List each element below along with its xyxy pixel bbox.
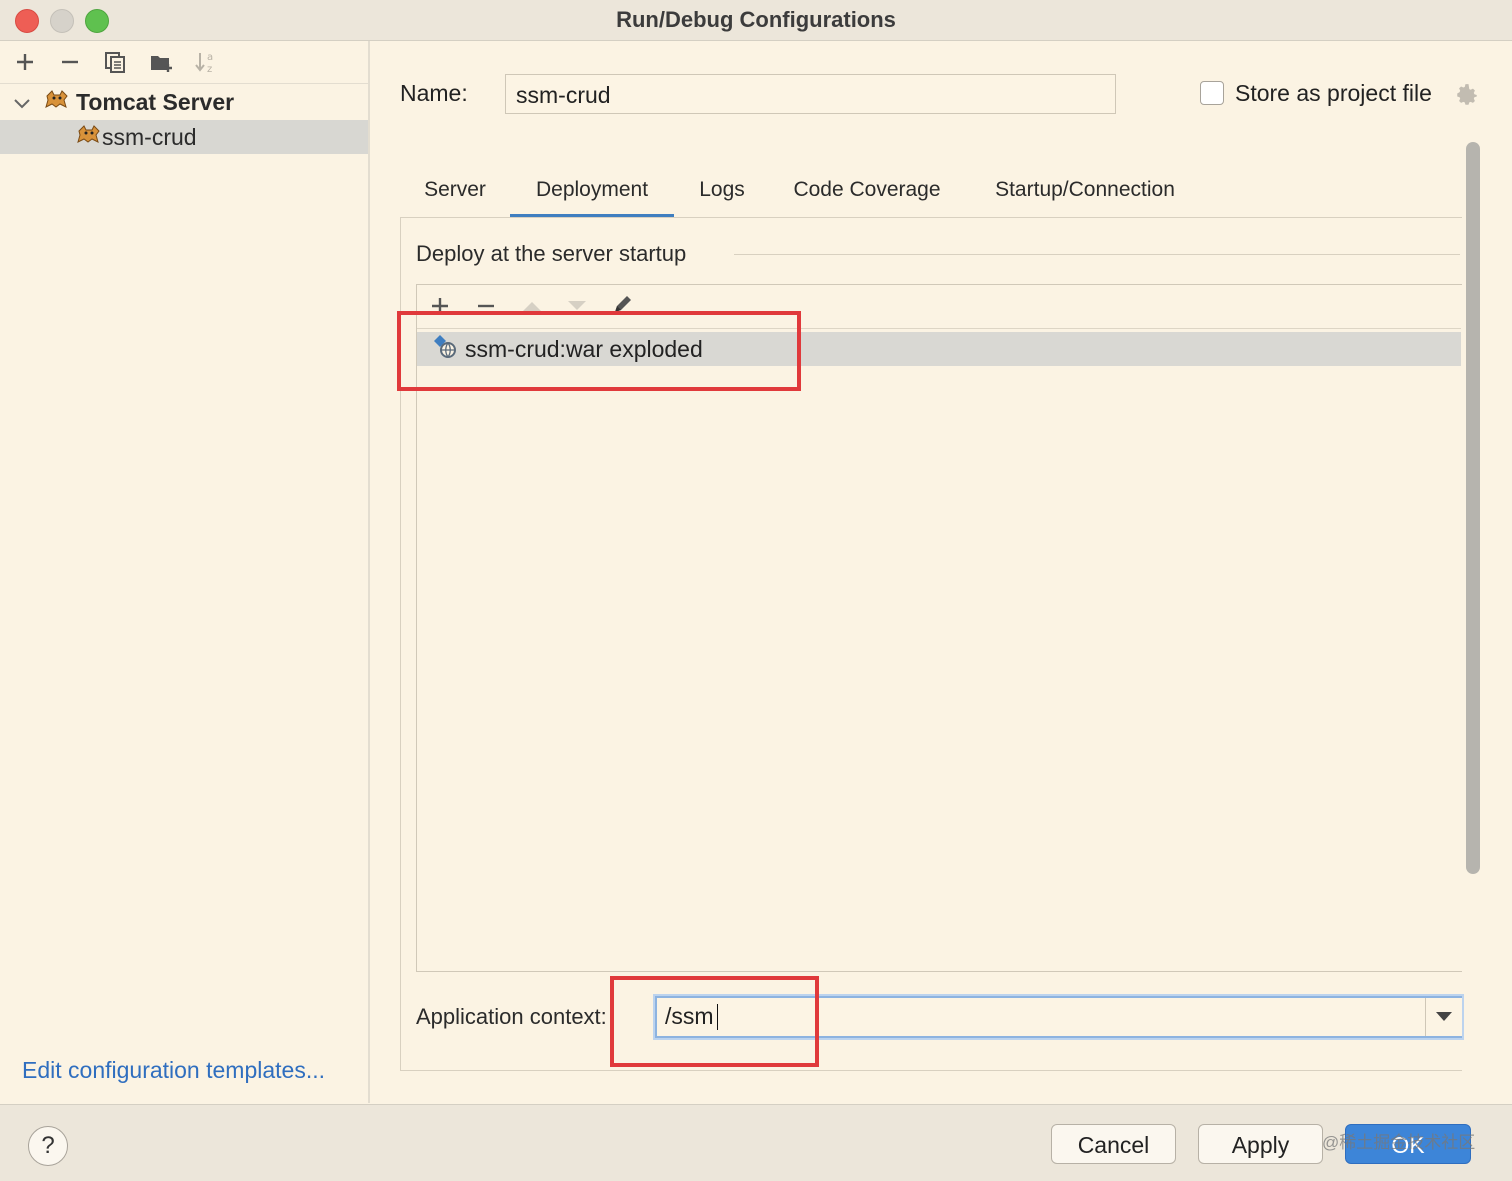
section-divider [734, 254, 1460, 255]
chevron-down-icon[interactable] [1436, 1012, 1452, 1021]
tree-item-label: ssm-crud [102, 123, 197, 150]
tab-server[interactable]: Server [408, 168, 502, 218]
gear-icon[interactable] [1454, 82, 1480, 113]
sort-icon[interactable]: az [192, 47, 222, 77]
copy-icon[interactable] [100, 47, 130, 77]
add-icon[interactable] [10, 47, 40, 77]
tab-deployment[interactable]: Deployment [510, 168, 674, 218]
scrollbar[interactable] [1466, 142, 1480, 874]
name-input[interactable]: ssm-crud [505, 74, 1116, 114]
window-title: Run/Debug Configurations [616, 7, 896, 32]
chevron-down-icon[interactable] [14, 89, 32, 116]
edit-configuration-templates-link[interactable]: Edit configuration templates... [22, 1057, 325, 1084]
svg-text:a: a [207, 52, 213, 63]
tab-startup-connection[interactable]: Startup/Connection [972, 168, 1198, 218]
title-bar: Run/Debug Configurations [0, 0, 1512, 41]
remove-icon[interactable] [55, 47, 85, 77]
tree-group-label: Tomcat Server [76, 88, 235, 115]
tomcat-icon [44, 88, 70, 116]
store-as-project-file-label[interactable]: Store as project file [1235, 80, 1432, 107]
sidebar-toolbar: az [0, 41, 368, 84]
apply-button[interactable]: Apply [1198, 1124, 1323, 1164]
folder-add-icon[interactable] [147, 47, 177, 77]
tab-logs[interactable]: Logs [682, 168, 762, 218]
svg-text:z: z [207, 64, 212, 74]
help-button[interactable]: ? [28, 1126, 68, 1166]
dropdown-divider [1425, 998, 1426, 1036]
sidebar: az Tomcat Server ssm-crud Edit configura… [0, 41, 370, 1103]
tree-group-tomcat-server[interactable]: Tomcat Server [0, 85, 368, 119]
tree-item-ssm-crud[interactable]: ssm-crud [0, 120, 368, 154]
annotation-box-artifact [397, 311, 801, 391]
watermark: @稀土掘金技术社区 [1322, 1133, 1476, 1152]
deploy-section-title: Deploy at the server startup [416, 241, 687, 266]
name-label: Name: [400, 80, 468, 106]
cancel-button[interactable]: Cancel [1051, 1124, 1176, 1164]
tab-code-coverage[interactable]: Code Coverage [772, 168, 962, 218]
tomcat-icon [76, 123, 102, 151]
annotation-box-context [610, 976, 819, 1067]
application-context-label: Application context: [416, 1004, 607, 1029]
store-as-project-file-checkbox[interactable] [1200, 81, 1224, 105]
